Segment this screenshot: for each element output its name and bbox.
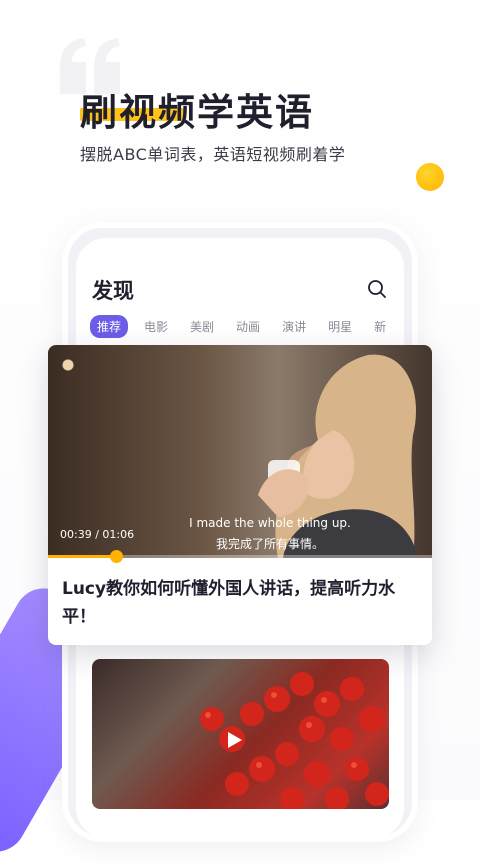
video-thumbnail[interactable]: I made the whole thing up. 我完成了所有事情。 00:… [48, 345, 432, 563]
video-title[interactable]: Lucy教你如何听懂外国人讲话，提高听力水平！ [62, 575, 418, 631]
tab-celebrities[interactable]: 明星 [328, 318, 352, 335]
decorative-orb [416, 163, 444, 191]
tab-speeches[interactable]: 演讲 [282, 318, 306, 335]
headline-text: 刷视频学英语 [80, 91, 314, 134]
tab-animation[interactable]: 动画 [236, 318, 260, 335]
featured-video-card[interactable]: I made the whole thing up. 我完成了所有事情。 00:… [48, 345, 432, 645]
tab-us-drama[interactable]: 美剧 [190, 318, 214, 335]
candied-fruit-image [200, 672, 389, 809]
category-tabs: 推荐 电影 美剧 动画 演讲 明星 新 [90, 314, 402, 338]
tab-new[interactable]: 新 [374, 318, 386, 335]
playback-time: 00:39 / 01:06 [60, 528, 135, 541]
secondary-video-card[interactable] [92, 659, 389, 809]
promo-subhead: 摆脱ABC单词表，英语短视频刷着学 [80, 145, 346, 164]
search-icon[interactable] [367, 279, 387, 299]
page-title: 发现 [92, 279, 134, 303]
tab-recommended[interactable]: 推荐 [90, 314, 129, 338]
play-icon[interactable] [227, 731, 243, 749]
promo-headline: 刷视频学英语 [80, 82, 314, 136]
tab-movies[interactable]: 电影 [144, 318, 168, 335]
progress-fill [48, 555, 116, 558]
progress-bar[interactable] [48, 550, 432, 563]
progress-handle[interactable] [109, 550, 123, 563]
